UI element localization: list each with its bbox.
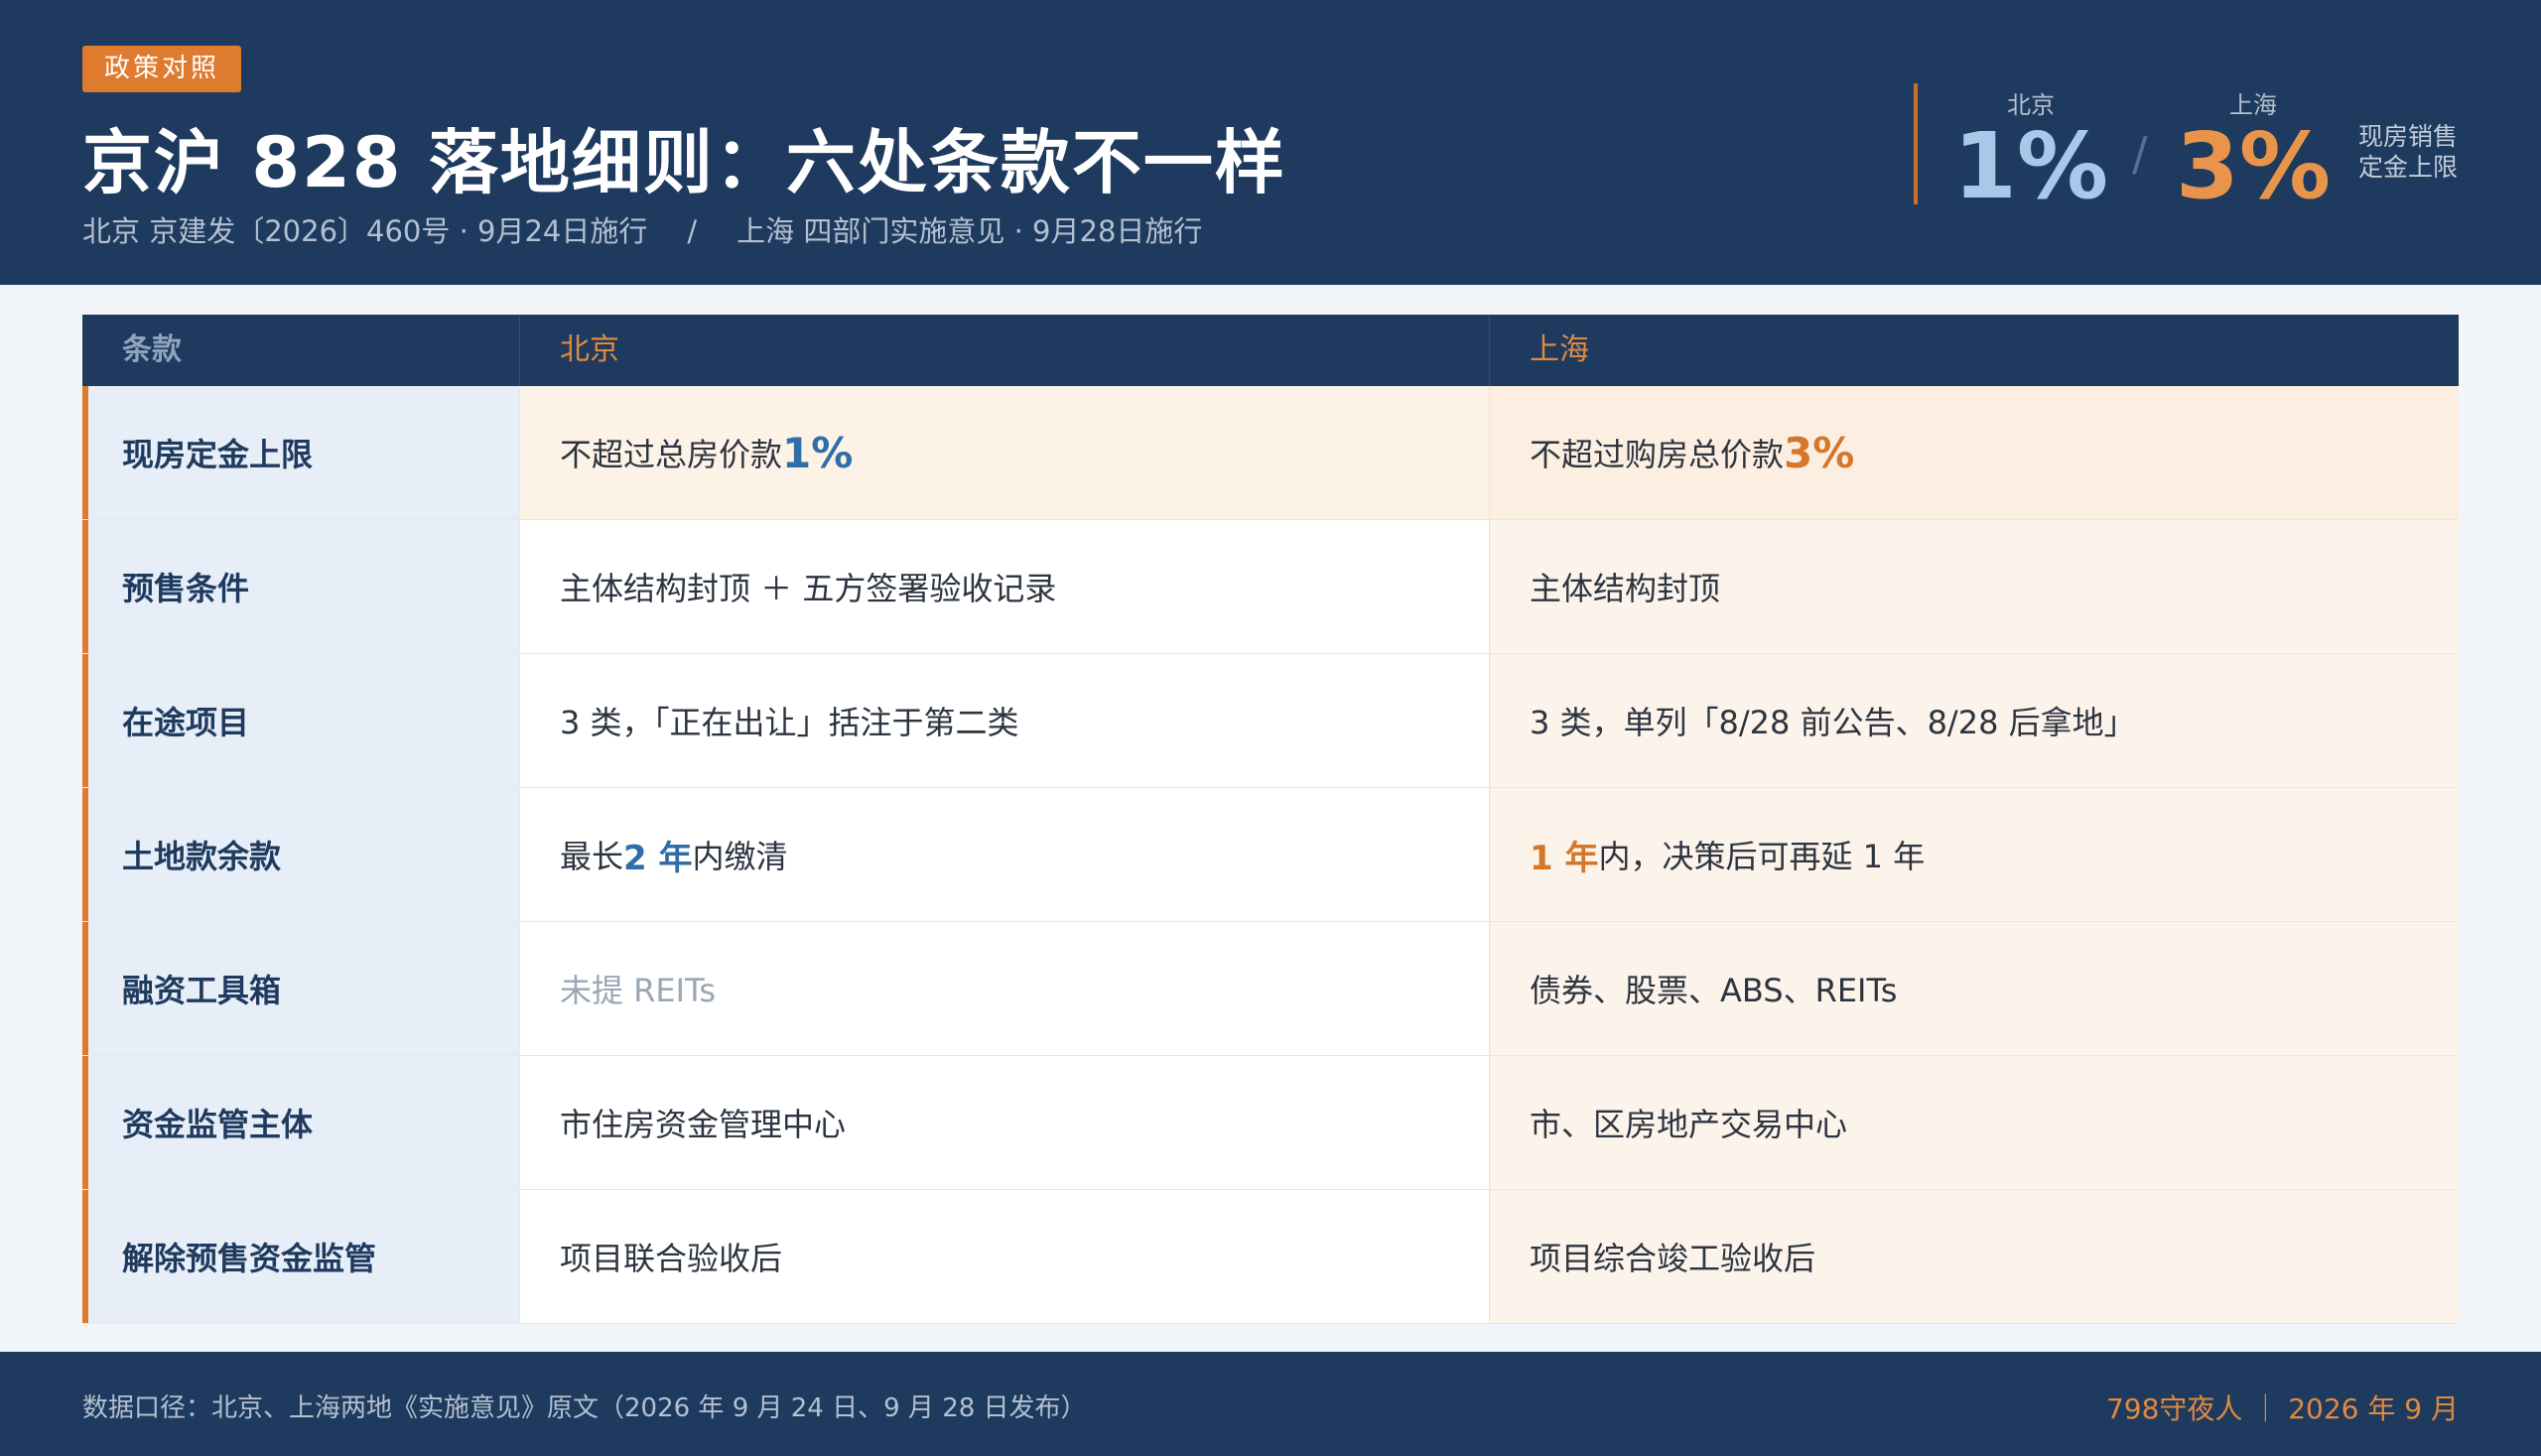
- footer-credit: 798守夜人 ｜ 2026 年 9 月: [2105, 1392, 2459, 1425]
- row-beijing: 不超过总房价款 1%: [519, 386, 1489, 519]
- row-term: 预售条件: [82, 520, 519, 653]
- stat-beijing-value: 1%: [1952, 113, 2109, 219]
- row-beijing: 项目联合验收后: [519, 1190, 1489, 1323]
- row-beijing: 3 类，「正在出让」括注于第二类: [519, 654, 1489, 787]
- row-term: 现房定金上限: [82, 386, 519, 519]
- row-shanghai: 不超过购房总价款 3%: [1489, 386, 2459, 519]
- table-row: 预售条件 主体结构封顶 ＋ 五方签署验收记录 主体结构封顶: [82, 520, 2459, 654]
- row-beijing: 最长 2 年内缴清: [519, 788, 1489, 921]
- row-term: 融资工具箱: [82, 922, 519, 1055]
- stats-divider: [1914, 83, 1918, 204]
- footer-source: 数据口径：北京、上海两地《实施意见》原文（2026 年 9 月 24 日、9 月…: [82, 1393, 1087, 1423]
- cell-text: 内缴清: [692, 838, 788, 875]
- cell-text: 最长: [560, 838, 624, 875]
- cell-highlight: 1%: [782, 428, 854, 477]
- stat-note: 现房销售 定金上限: [2358, 121, 2458, 183]
- cell-highlight: 2 年: [623, 838, 693, 878]
- row-term: 土地款余款: [82, 788, 519, 921]
- stat-shanghai-value: 3%: [2175, 113, 2332, 219]
- stat-slash: /: [2132, 127, 2148, 181]
- cell-text: 内，决策后可再延 1 年: [1598, 838, 1926, 875]
- row-shanghai: 项目综合竣工验收后: [1489, 1190, 2459, 1323]
- row-beijing: 主体结构封顶 ＋ 五方签署验收记录: [519, 520, 1489, 653]
- stat-note-line2: 定金上限: [2358, 153, 2459, 182]
- row-shanghai: 债券、股票、ABS、REITs: [1489, 922, 2459, 1055]
- subtitle-beijing: 北京 京建发〔2026〕460号 · 9月24日施行: [82, 214, 648, 248]
- row-shanghai: 主体结构封顶: [1489, 520, 2459, 653]
- table-row: 现房定金上限 不超过总房价款 1% 不超过购房总价款 3%: [82, 386, 2459, 520]
- footer-bar: 数据口径：北京、上海两地《实施意见》原文（2026 年 9 月 24 日、9 月…: [0, 1352, 2541, 1456]
- row-shanghai: 1 年内，决策后可再延 1 年: [1489, 788, 2459, 921]
- subtitle-separator: /: [687, 214, 698, 248]
- row-term: 资金监管主体: [82, 1056, 519, 1189]
- table-row: 在途项目 3 类，「正在出让」括注于第二类 3 类，单列「8/28 前公告、8/…: [82, 654, 2459, 788]
- header-term: 条款: [122, 332, 182, 367]
- comparison-table: 条款 北京 上海 现房定金上限 不超过总房价款 1% 不超过购房总价款 3% 预售条…: [82, 315, 2459, 1324]
- subtitle-shanghai: 上海 四部门实施意见 · 9月28日施行: [736, 214, 1203, 248]
- row-shanghai: 3 类，单列「8/28 前公告、8/28 后拿地」: [1489, 654, 2459, 787]
- row-term: 解除预售资金监管: [82, 1190, 519, 1323]
- category-tag: 政策对照: [82, 46, 242, 92]
- page-title: 京沪 828 落地细则：六处条款不一样: [82, 122, 1286, 203]
- cell-text: 不超过总房价款: [560, 436, 783, 473]
- row-beijing: 未提 REITs: [519, 922, 1489, 1055]
- table-row: 解除预售资金监管 项目联合验收后 项目综合竣工验收后: [82, 1190, 2459, 1324]
- table-row: 土地款余款 最长 2 年内缴清 1 年内，决策后可再延 1 年: [82, 788, 2459, 922]
- header-banner: 政策对照 京沪 828 落地细则：六处条款不一样 北京 京建发〔2026〕460…: [0, 0, 2541, 285]
- page-subtitle: 北京 京建发〔2026〕460号 · 9月24日施行 / 上海 四部门实施意见 · …: [82, 208, 1202, 250]
- table-row: 资金监管主体 市住房资金管理中心 市、区房地产交易中心: [82, 1056, 2459, 1190]
- cell-highlight: 1 年: [1530, 838, 1599, 878]
- header-shanghai: 上海: [1489, 315, 2459, 386]
- table-row: 融资工具箱 未提 REITs 债券、股票、ABS、REITs: [82, 922, 2459, 1056]
- cell-text: 不超过购房总价款: [1530, 436, 1785, 473]
- row-term: 在途项目: [82, 654, 519, 787]
- cell-highlight: 3%: [1784, 428, 1855, 477]
- table-header: 条款 北京 上海: [82, 315, 2459, 386]
- row-shanghai: 市、区房地产交易中心: [1489, 1056, 2459, 1189]
- header-beijing: 北京: [519, 315, 1489, 386]
- row-beijing: 市住房资金管理中心: [519, 1056, 1489, 1189]
- stat-note-line1: 现房销售: [2358, 122, 2459, 151]
